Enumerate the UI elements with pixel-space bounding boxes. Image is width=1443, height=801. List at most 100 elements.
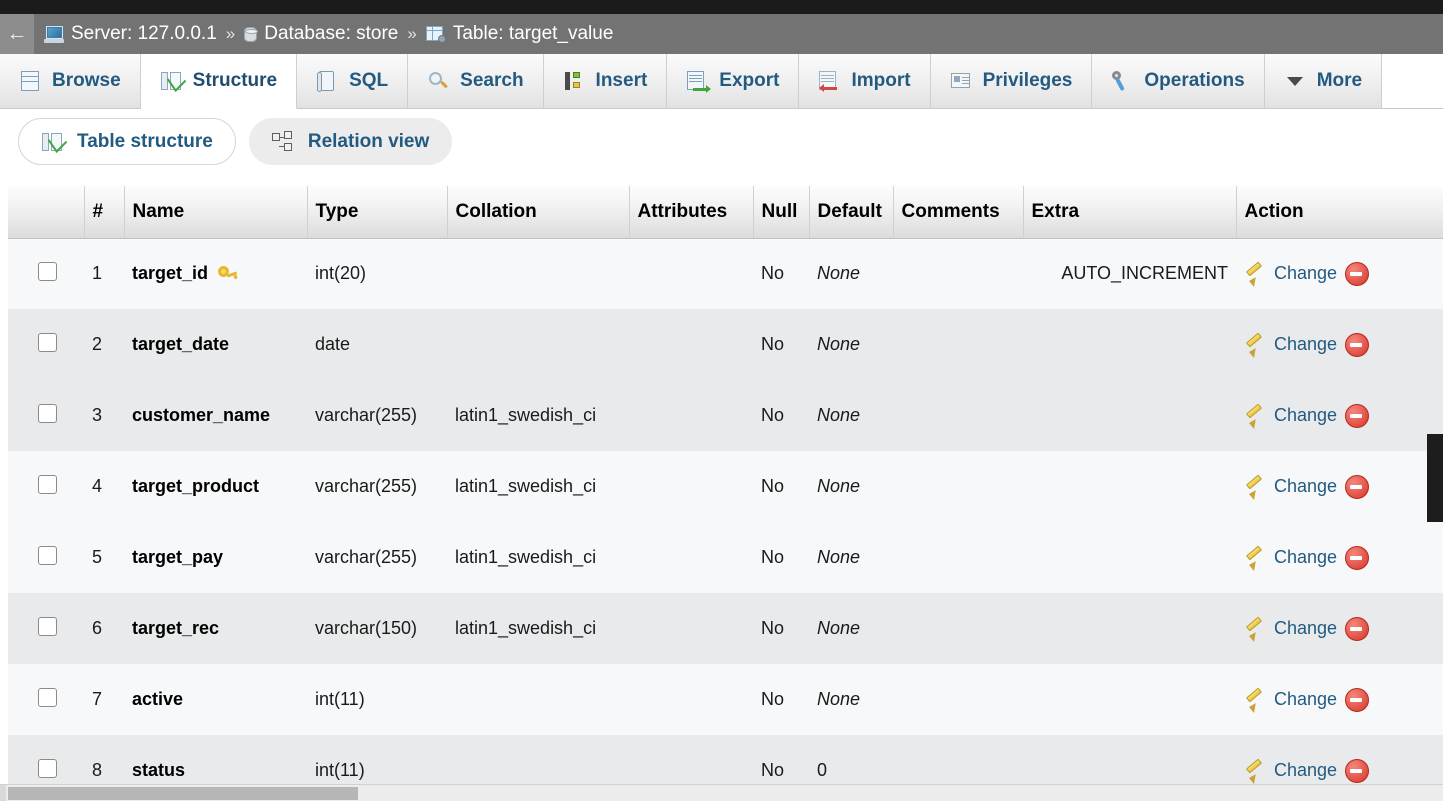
insert-icon — [563, 70, 585, 92]
structure-icon — [41, 129, 68, 153]
row-select-cell — [8, 380, 84, 451]
row-select-cell — [8, 451, 84, 522]
subtab-relation-view-label: Relation view — [307, 130, 430, 152]
column-header-attributes[interactable]: Attributes — [629, 186, 754, 239]
row-checkbox[interactable] — [38, 403, 57, 423]
tab-export[interactable]: Export — [667, 54, 800, 108]
pencil-icon — [1242, 474, 1265, 500]
column-null: No — [753, 522, 809, 593]
column-comments — [893, 238, 1023, 309]
row-name-cell: status — [124, 735, 307, 785]
tab-more[interactable]: More — [1264, 54, 1383, 108]
row-checkbox[interactable] — [38, 758, 57, 778]
breadcrumb-database[interactable]: Database: store — [244, 23, 398, 45]
change-link[interactable]: Change — [1242, 403, 1337, 429]
table-icon — [425, 25, 446, 43]
change-link[interactable]: Change — [1242, 758, 1337, 784]
change-link[interactable]: Change — [1242, 261, 1337, 288]
change-link[interactable]: Change — [1242, 332, 1337, 358]
drop-icon[interactable] — [1345, 261, 1370, 286]
back-button[interactable]: ← — [0, 14, 34, 54]
row-number: 7 — [84, 664, 124, 735]
tab-search-label: Search — [460, 70, 524, 91]
row-name-cell: target_rec — [124, 593, 307, 664]
column-header-action[interactable]: Action — [1236, 186, 1443, 239]
subtab-table-structure[interactable]: Table structure — [18, 118, 236, 165]
column-type: int(11) — [307, 735, 447, 785]
column-header-collation[interactable]: Collation — [447, 186, 630, 239]
server-icon — [44, 25, 64, 43]
vertical-scrollbar-thumb[interactable] — [1427, 434, 1443, 522]
change-link[interactable]: Change — [1242, 616, 1337, 642]
column-collation — [447, 664, 629, 735]
column-attributes — [629, 380, 753, 451]
column-collation: latin1_swedish_ci — [447, 522, 629, 593]
row-number: 2 — [84, 309, 124, 380]
drop-icon[interactable] — [1345, 616, 1370, 641]
row-name-cell: target_date — [124, 309, 307, 380]
tab-export-label: Export — [719, 70, 780, 91]
pencil-icon — [1242, 403, 1265, 429]
row-checkbox[interactable] — [38, 616, 57, 636]
change-link[interactable]: Change — [1242, 687, 1337, 713]
row-action-cell: Change — [1236, 451, 1443, 522]
row-checkbox[interactable] — [38, 474, 57, 494]
column-default: None — [809, 309, 893, 380]
table-row: 8 status int(11) No 0 Change — [8, 735, 1443, 785]
drop-icon[interactable] — [1345, 545, 1370, 570]
horizontal-scrollbar-thumb[interactable] — [8, 787, 358, 800]
change-link[interactable]: Change — [1242, 545, 1337, 571]
column-header-type[interactable]: Type — [307, 186, 448, 239]
column-type: varchar(150) — [307, 593, 447, 664]
row-name-cell: target_product — [124, 451, 307, 522]
column-header-null[interactable]: Null — [753, 186, 810, 239]
breadcrumb-separator: » — [407, 24, 417, 43]
drop-icon[interactable] — [1345, 403, 1370, 428]
column-name: target_product — [132, 476, 260, 496]
primary-key-icon — [216, 264, 238, 282]
pencil-icon — [1242, 332, 1265, 358]
pencil-icon — [1242, 616, 1265, 642]
column-header-select[interactable] — [8, 186, 85, 239]
change-link[interactable]: Change — [1242, 474, 1338, 500]
row-select-cell — [8, 735, 84, 785]
change-label: Change — [1274, 476, 1338, 496]
drop-icon[interactable] — [1345, 687, 1370, 712]
breadcrumb-database-label: Database: store — [264, 23, 399, 44]
column-attributes — [629, 664, 753, 735]
tab-structure[interactable]: Structure — [140, 54, 298, 109]
row-action-cell: Change — [1236, 735, 1443, 785]
tab-privileges[interactable]: Privileges — [930, 54, 1093, 108]
column-default: None — [809, 380, 893, 451]
subtab-relation-view[interactable]: Relation view — [248, 118, 453, 165]
row-number: 5 — [84, 522, 124, 593]
drop-icon[interactable] — [1345, 474, 1370, 499]
column-header-extra[interactable]: Extra — [1023, 186, 1237, 239]
tab-operations-label: Operations — [1144, 70, 1245, 91]
column-header-name[interactable]: Name — [124, 186, 308, 239]
column-header-comments[interactable]: Comments — [893, 186, 1024, 239]
row-action-cell: Change — [1236, 380, 1443, 451]
tab-import[interactable]: Import — [799, 54, 931, 108]
drop-icon[interactable] — [1345, 758, 1370, 783]
tab-sql[interactable]: SQL — [297, 54, 409, 108]
row-checkbox[interactable] — [38, 687, 57, 707]
column-header-default[interactable]: Default — [809, 186, 894, 239]
breadcrumb-table[interactable]: Table: target_value — [425, 23, 613, 45]
tab-operations[interactable]: Operations — [1092, 54, 1265, 108]
tab-browse[interactable]: Browse — [0, 54, 141, 108]
row-checkbox[interactable] — [38, 545, 57, 565]
tab-search[interactable]: Search — [408, 54, 544, 108]
row-select-cell — [8, 593, 84, 664]
row-checkbox[interactable] — [38, 261, 57, 281]
sub-tab-bar: Table structure Relation view — [18, 118, 453, 165]
breadcrumb-server[interactable]: Server: 127.0.0.1 — [44, 23, 217, 45]
table-row: 2 target_date date No None Change — [8, 309, 1443, 380]
column-header-number[interactable]: # — [84, 186, 125, 239]
drop-icon[interactable] — [1345, 332, 1370, 357]
tab-insert[interactable]: Insert — [543, 54, 668, 108]
breadcrumb: Server: 127.0.0.1 » Database: store » Ta… — [34, 23, 613, 45]
row-checkbox[interactable] — [38, 332, 57, 352]
scrollbar-corner — [0, 785, 6, 801]
tab-structure-label: Structure — [192, 70, 278, 91]
